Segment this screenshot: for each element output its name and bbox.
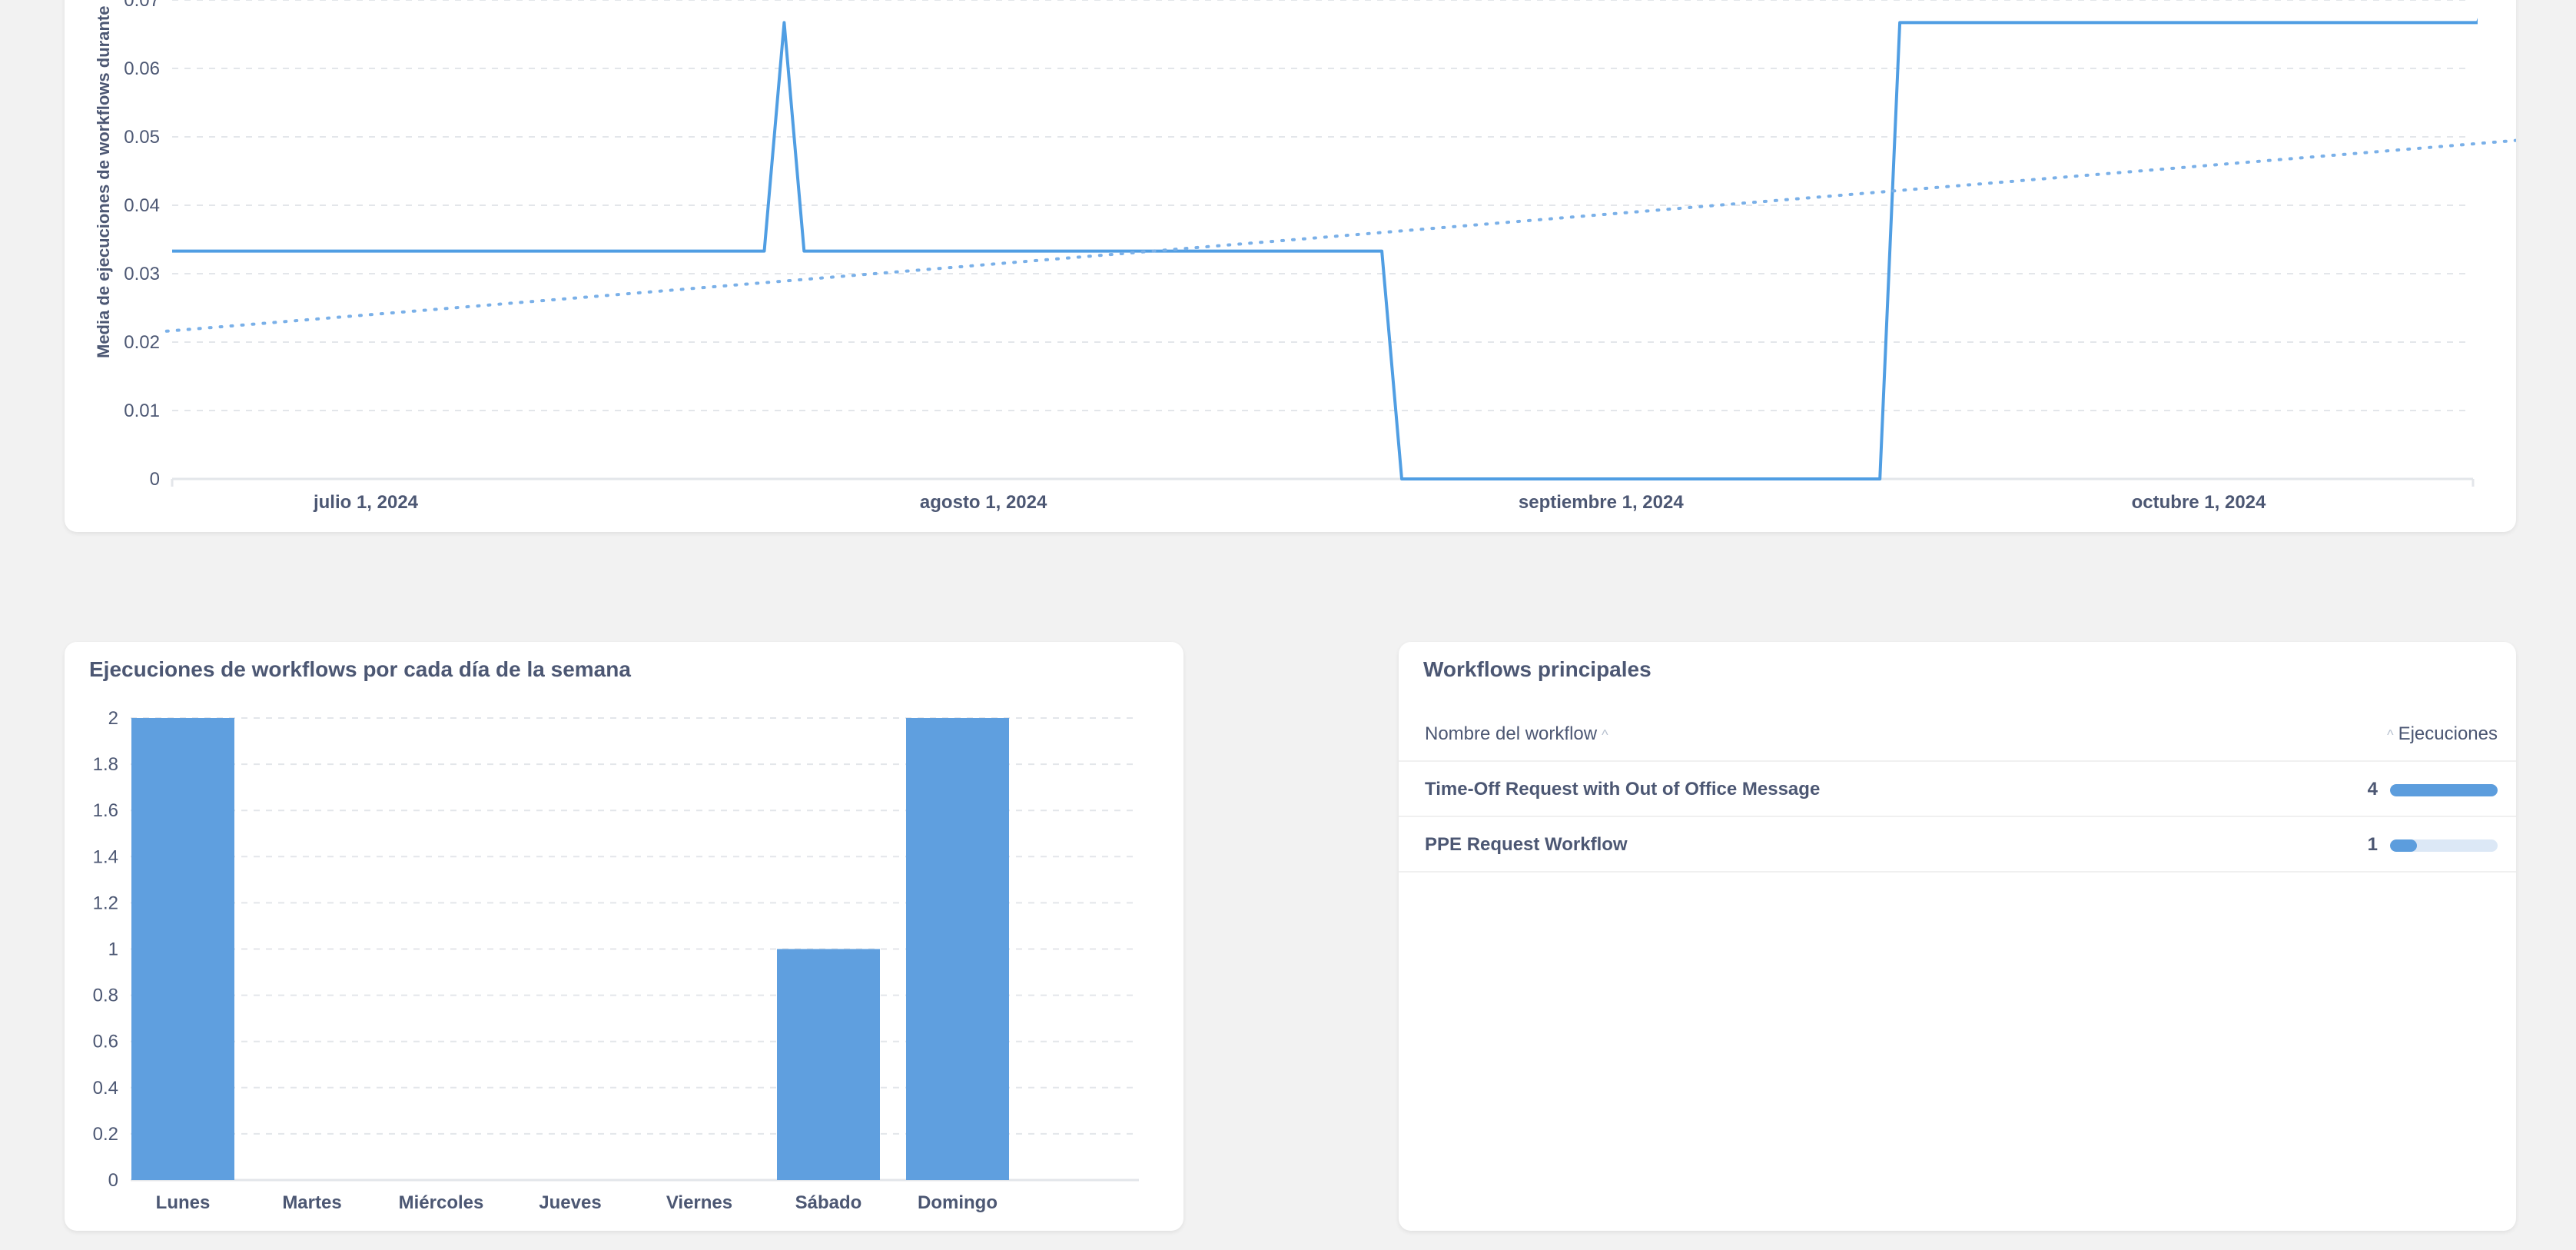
table-row[interactable]: Time-Off Request with Out of Office Mess…	[1399, 762, 2516, 817]
y-tick-label: 1.8	[93, 754, 118, 775]
series-line[interactable]	[167, 0, 2498, 480]
workflow-name[interactable]: Time-Off Request with Out of Office Mess…	[1425, 779, 1820, 800]
y-tick-label: 0.03	[124, 264, 160, 284]
card-title[interactable]: Workflows principales	[1423, 657, 1651, 682]
y-tick-label: 0.04	[124, 195, 160, 216]
x-tick-label: Sábado	[795, 1192, 862, 1213]
x-tick-label: julio 1, 2024	[313, 492, 419, 513]
y-tick-label: 0.01	[124, 401, 160, 421]
y-axis-label: Media de ejecuciones de workflows durant…	[94, 0, 113, 358]
bar[interactable]	[906, 718, 1009, 1180]
y-tick-label: 1.2	[93, 893, 118, 913]
mini-bar-fill	[2390, 839, 2417, 852]
x-tick-label: Miércoles	[399, 1192, 484, 1213]
y-tick-label: 0.06	[124, 58, 160, 79]
y-tick-label: 0	[150, 469, 160, 490]
bar[interactable]	[131, 718, 234, 1180]
trend-card: 0 0.01 0.02 0.03 0.04 0.05 0.06 0.07 julio 1, 20…	[65, 0, 2516, 532]
y-tick-label: 1.4	[93, 846, 118, 867]
y-tick-label: 0.07	[124, 0, 160, 11]
execution-count: 1	[2367, 834, 2378, 855]
y-tick-label: 0.4	[93, 1078, 118, 1099]
y-tick-label: 0	[108, 1170, 118, 1191]
y-tick-label: 0.2	[93, 1124, 118, 1145]
weekday-card: Ejecuciones de workflows por cada día de…	[65, 642, 1183, 1231]
column-header-name[interactable]: Nombre del workflow ^	[1425, 723, 1613, 745]
y-tick-label: 0.05	[124, 127, 160, 148]
execution-count: 4	[2367, 779, 2378, 800]
trend-line-chart: 0 0.01 0.02 0.03 0.04 0.05 0.06 0.07 julio 1, 20…	[94, 0, 2516, 513]
weekday-bar-chart: 0 0.2 0.4 0.6 0.8 1 1.2 1.4 1.6 1.8 2 Lunes Martes Mi…	[93, 708, 1139, 1213]
trend-line	[164, 138, 2516, 333]
bar[interactable]	[777, 949, 880, 1181]
y-tick-label: 2	[108, 708, 118, 729]
sort-up-icon: ^	[2387, 727, 2394, 743]
x-tick-label: Lunes	[156, 1192, 211, 1213]
y-tick-label: 0.6	[93, 1032, 118, 1052]
column-header-label: Ejecuciones	[2398, 723, 2498, 744]
table-header: Nombre del workflow ^ ^ Ejecuciones	[1399, 705, 2516, 762]
y-tick-label: 0.02	[124, 332, 160, 353]
x-tick-label: agosto 1, 2024	[920, 492, 1047, 513]
x-tick-label: Martes	[282, 1192, 341, 1213]
x-tick-label: Domingo	[918, 1192, 998, 1213]
x-tick-label: octubre 1, 2024	[2132, 492, 2266, 513]
workflow-name[interactable]: PPE Request Workflow	[1425, 834, 1628, 856]
workflows-table: Nombre del workflow ^ ^ Ejecuciones Time-O…	[1399, 705, 2516, 873]
mini-bar	[2390, 784, 2498, 796]
x-tick-label: Viernes	[666, 1192, 732, 1213]
table-row[interactable]: PPE Request Workflow 1	[1399, 817, 2516, 873]
x-tick-label: Jueves	[539, 1192, 601, 1213]
mini-bar	[2390, 839, 2498, 852]
x-tick-label: septiembre 1, 2024	[1519, 492, 1684, 513]
top-workflows-card: Workflows principales Nombre del workflo…	[1399, 642, 2516, 1231]
column-header-executions[interactable]: ^ Ejecuciones	[2382, 723, 2498, 745]
mini-bar-fill	[2390, 784, 2498, 796]
column-header-label: Nombre del workflow	[1425, 723, 1598, 744]
sort-up-icon: ^	[1602, 727, 1608, 743]
y-tick-label: 0.8	[93, 986, 118, 1006]
y-tick-label: 1.6	[93, 800, 118, 821]
y-tick-label: 1	[108, 939, 118, 960]
